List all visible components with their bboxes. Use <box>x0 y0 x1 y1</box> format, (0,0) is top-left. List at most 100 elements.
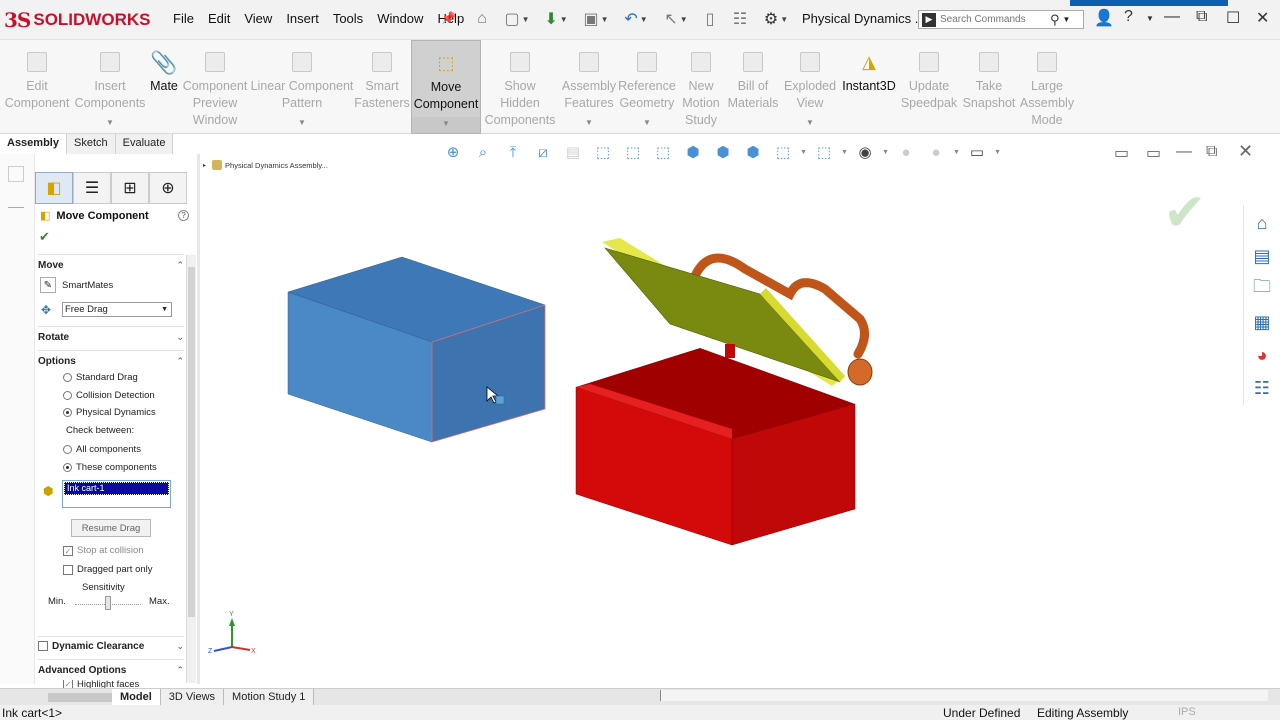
tab-navigation-arrows[interactable] <box>48 692 112 702</box>
apply-scene-icon[interactable]: ● <box>893 141 919 163</box>
checkbox-highlight-faces[interactable]: ✓ <box>63 680 73 688</box>
reference-geometry-button[interactable]: Reference Geometry ▼ <box>618 40 676 134</box>
monitor-icon[interactable]: ▭ <box>964 141 990 163</box>
collapse-chevron-icon[interactable]: ⌃ <box>176 260 184 271</box>
open-icon[interactable]: ⬇ ▼ <box>538 8 574 30</box>
rebuild-icon[interactable]: ▯ <box>700 8 720 30</box>
shaded-alt-icon[interactable]: ⬢ <box>740 141 766 163</box>
hide-show-items-icon[interactable]: ⬚ <box>811 141 837 163</box>
drag-mode-select[interactable]: Free Drag ▼ <box>62 302 172 317</box>
menu-window[interactable]: Window <box>377 11 423 26</box>
configuration-manager-icon[interactable]: ⊞ <box>111 172 149 204</box>
bill-of-materials-button[interactable]: Bill of Materials <box>726 40 780 134</box>
options-section-header[interactable]: Options ⌃ <box>38 352 184 370</box>
menu-tools[interactable]: Tools <box>333 11 363 26</box>
dropdown-arrow-icon[interactable]: ▼ <box>106 114 114 131</box>
viewport-minimize-icon[interactable]: — <box>1176 143 1192 161</box>
maximize-icon[interactable]: ☐ <box>1226 8 1240 28</box>
dynamic-clearance-header[interactable]: Dynamic Clearance ⌄ <box>38 637 184 655</box>
highlight-faces-option[interactable]: ✓ Highlight faces <box>63 680 139 688</box>
view-settings-icon[interactable]: ● <box>923 141 949 163</box>
solidworks-resources-icon[interactable]: ⌂ <box>1248 209 1276 237</box>
menu-file[interactable]: File <box>173 11 194 26</box>
model-viewport[interactable]: Y X Z <box>200 154 1280 688</box>
sketch-tool-icon[interactable] <box>8 166 24 182</box>
tab-3d-views[interactable]: 3D Views <box>160 689 225 705</box>
expand-chevron-icon[interactable]: ⌄ <box>176 641 184 652</box>
view-palette-icon[interactable]: ▦ <box>1248 308 1276 336</box>
rotate-section-header[interactable]: Rotate ⌄ <box>38 328 184 346</box>
help-dropdown-icon[interactable]: ▼ <box>1146 14 1154 23</box>
chevron-down-icon[interactable]: ▼ <box>953 149 961 156</box>
dropdown-arrow-icon[interactable]: ▼ <box>643 114 651 131</box>
dropdown-arrow-icon[interactable]: ▼ <box>298 114 306 131</box>
update-speedpak-button[interactable]: Update Speedpak <box>900 40 958 134</box>
show-hidden-components-button[interactable]: Show Hidden Components <box>484 40 556 134</box>
edit-component-button[interactable]: Edit Component <box>0 40 74 134</box>
these-components-option[interactable]: These components <box>63 462 157 473</box>
collision-detection-option[interactable]: Collision Detection <box>63 390 155 401</box>
dropdown-arrow-icon[interactable]: ▼ <box>442 115 450 132</box>
view-orientation-icon[interactable]: ⬚ <box>590 141 616 163</box>
expand-chevron-icon[interactable]: ⌄ <box>176 332 184 343</box>
chevron-down-icon[interactable]: ▼ <box>841 149 849 156</box>
checkbox-stop-at-collision[interactable]: ✓ <box>63 545 73 556</box>
selected-component-item[interactable]: Ink cart-1 <box>64 482 169 495</box>
move-section-header[interactable]: Move ⌃ <box>38 256 184 274</box>
status-units[interactable]: IPS <box>1178 706 1196 718</box>
home-icon[interactable]: ⌂ <box>470 8 494 30</box>
file-properties-icon[interactable]: ☷ <box>728 8 752 30</box>
dropdown-arrow-icon[interactable]: ▼ <box>806 114 814 131</box>
dynamic-annotation-icon[interactable]: ▤ <box>560 141 586 163</box>
move-component-button[interactable]: ⬚ Move Component ▼ <box>411 40 481 134</box>
chevron-down-icon[interactable]: ▼ <box>800 149 808 156</box>
viewport-maximize-icon[interactable]: ⧉ <box>1206 143 1217 161</box>
ink-cart-component[interactable] <box>287 256 546 443</box>
restore-icon[interactable]: ⧉ <box>1196 8 1207 26</box>
radio-physical-dynamics[interactable] <box>63 408 72 417</box>
standard-drag-option[interactable]: Standard Drag <box>63 372 138 383</box>
feature-tree-icon[interactable]: ☰ <box>73 172 111 204</box>
search-input[interactable] <box>940 14 1050 25</box>
assembly-features-button[interactable]: Assembly Features ▼ <box>560 40 618 134</box>
shaded-edges-icon[interactable]: ⬢ <box>710 141 736 163</box>
property-manager-icon[interactable]: ◧ <box>35 172 73 204</box>
radio-these-components[interactable] <box>63 463 72 472</box>
tab-model[interactable]: Model <box>112 689 161 705</box>
graphics-area[interactable]: Y X Z <box>200 154 1280 688</box>
instant3d-button[interactable]: ◮ Instant3D <box>840 40 898 134</box>
file-explorer-icon[interactable]: 🗀 <box>1248 275 1276 303</box>
undo-icon[interactable]: ↶ ▼ <box>618 8 654 30</box>
new-document-icon[interactable]: ▢ ▼ <box>500 8 534 30</box>
mate-button[interactable]: 📎 Mate <box>146 40 182 134</box>
custom-properties-icon[interactable]: ☷ <box>1248 374 1276 402</box>
viewport-restore-icon[interactable]: ▭ <box>1146 143 1161 163</box>
sensitivity-slider-thumb[interactable] <box>105 596 111 610</box>
smartmates-icon[interactable]: ✎ <box>40 277 56 293</box>
smartmates-row[interactable]: ✎ SmartMates <box>40 277 113 293</box>
component-preview-window-button[interactable]: Component Preview Window <box>182 40 248 134</box>
smart-fasteners-button[interactable]: Smart Fasteners <box>354 40 410 134</box>
confirmation-corner-check-icon[interactable]: ✔ <box>1163 183 1207 243</box>
physical-dynamics-option[interactable]: Physical Dynamics <box>63 407 156 418</box>
collapse-chevron-icon[interactable]: ⌃ <box>176 665 184 676</box>
help-icon[interactable]: ? <box>1124 8 1133 26</box>
collapse-chevron-icon[interactable]: ⌃ <box>176 356 184 367</box>
chevron-down-icon[interactable]: ▼ <box>882 149 890 156</box>
resume-drag-button[interactable]: Resume Drag <box>71 519 151 537</box>
zoom-to-area-icon[interactable]: ⌕ <box>470 141 496 163</box>
search-dropdown-icon[interactable]: ▼ <box>1063 15 1071 24</box>
menu-insert[interactable]: Insert <box>286 11 319 26</box>
viewport-split-icon[interactable]: ▭ <box>1114 143 1129 163</box>
dragged-part-only-option[interactable]: Dragged part only <box>63 564 153 575</box>
close-icon[interactable]: ✕ <box>1256 8 1269 28</box>
viewport-close-icon[interactable]: ✕ <box>1238 141 1253 162</box>
options-gear-icon[interactable]: ⚙ ▼ <box>756 8 796 30</box>
radio-collision-detection[interactable] <box>63 391 72 400</box>
display-style-icon[interactable]: ⬚ <box>770 141 796 163</box>
save-icon[interactable]: ▣ ▼ <box>578 8 614 30</box>
large-assembly-mode-button[interactable]: Large Assembly Mode <box>1018 40 1076 134</box>
help-circle-icon[interactable]: ? <box>178 210 189 221</box>
breadcrumb[interactable]: ▸ Physical Dynamics Assembly... <box>203 160 328 170</box>
wireframe-icon[interactable]: ⬚ <box>620 141 646 163</box>
